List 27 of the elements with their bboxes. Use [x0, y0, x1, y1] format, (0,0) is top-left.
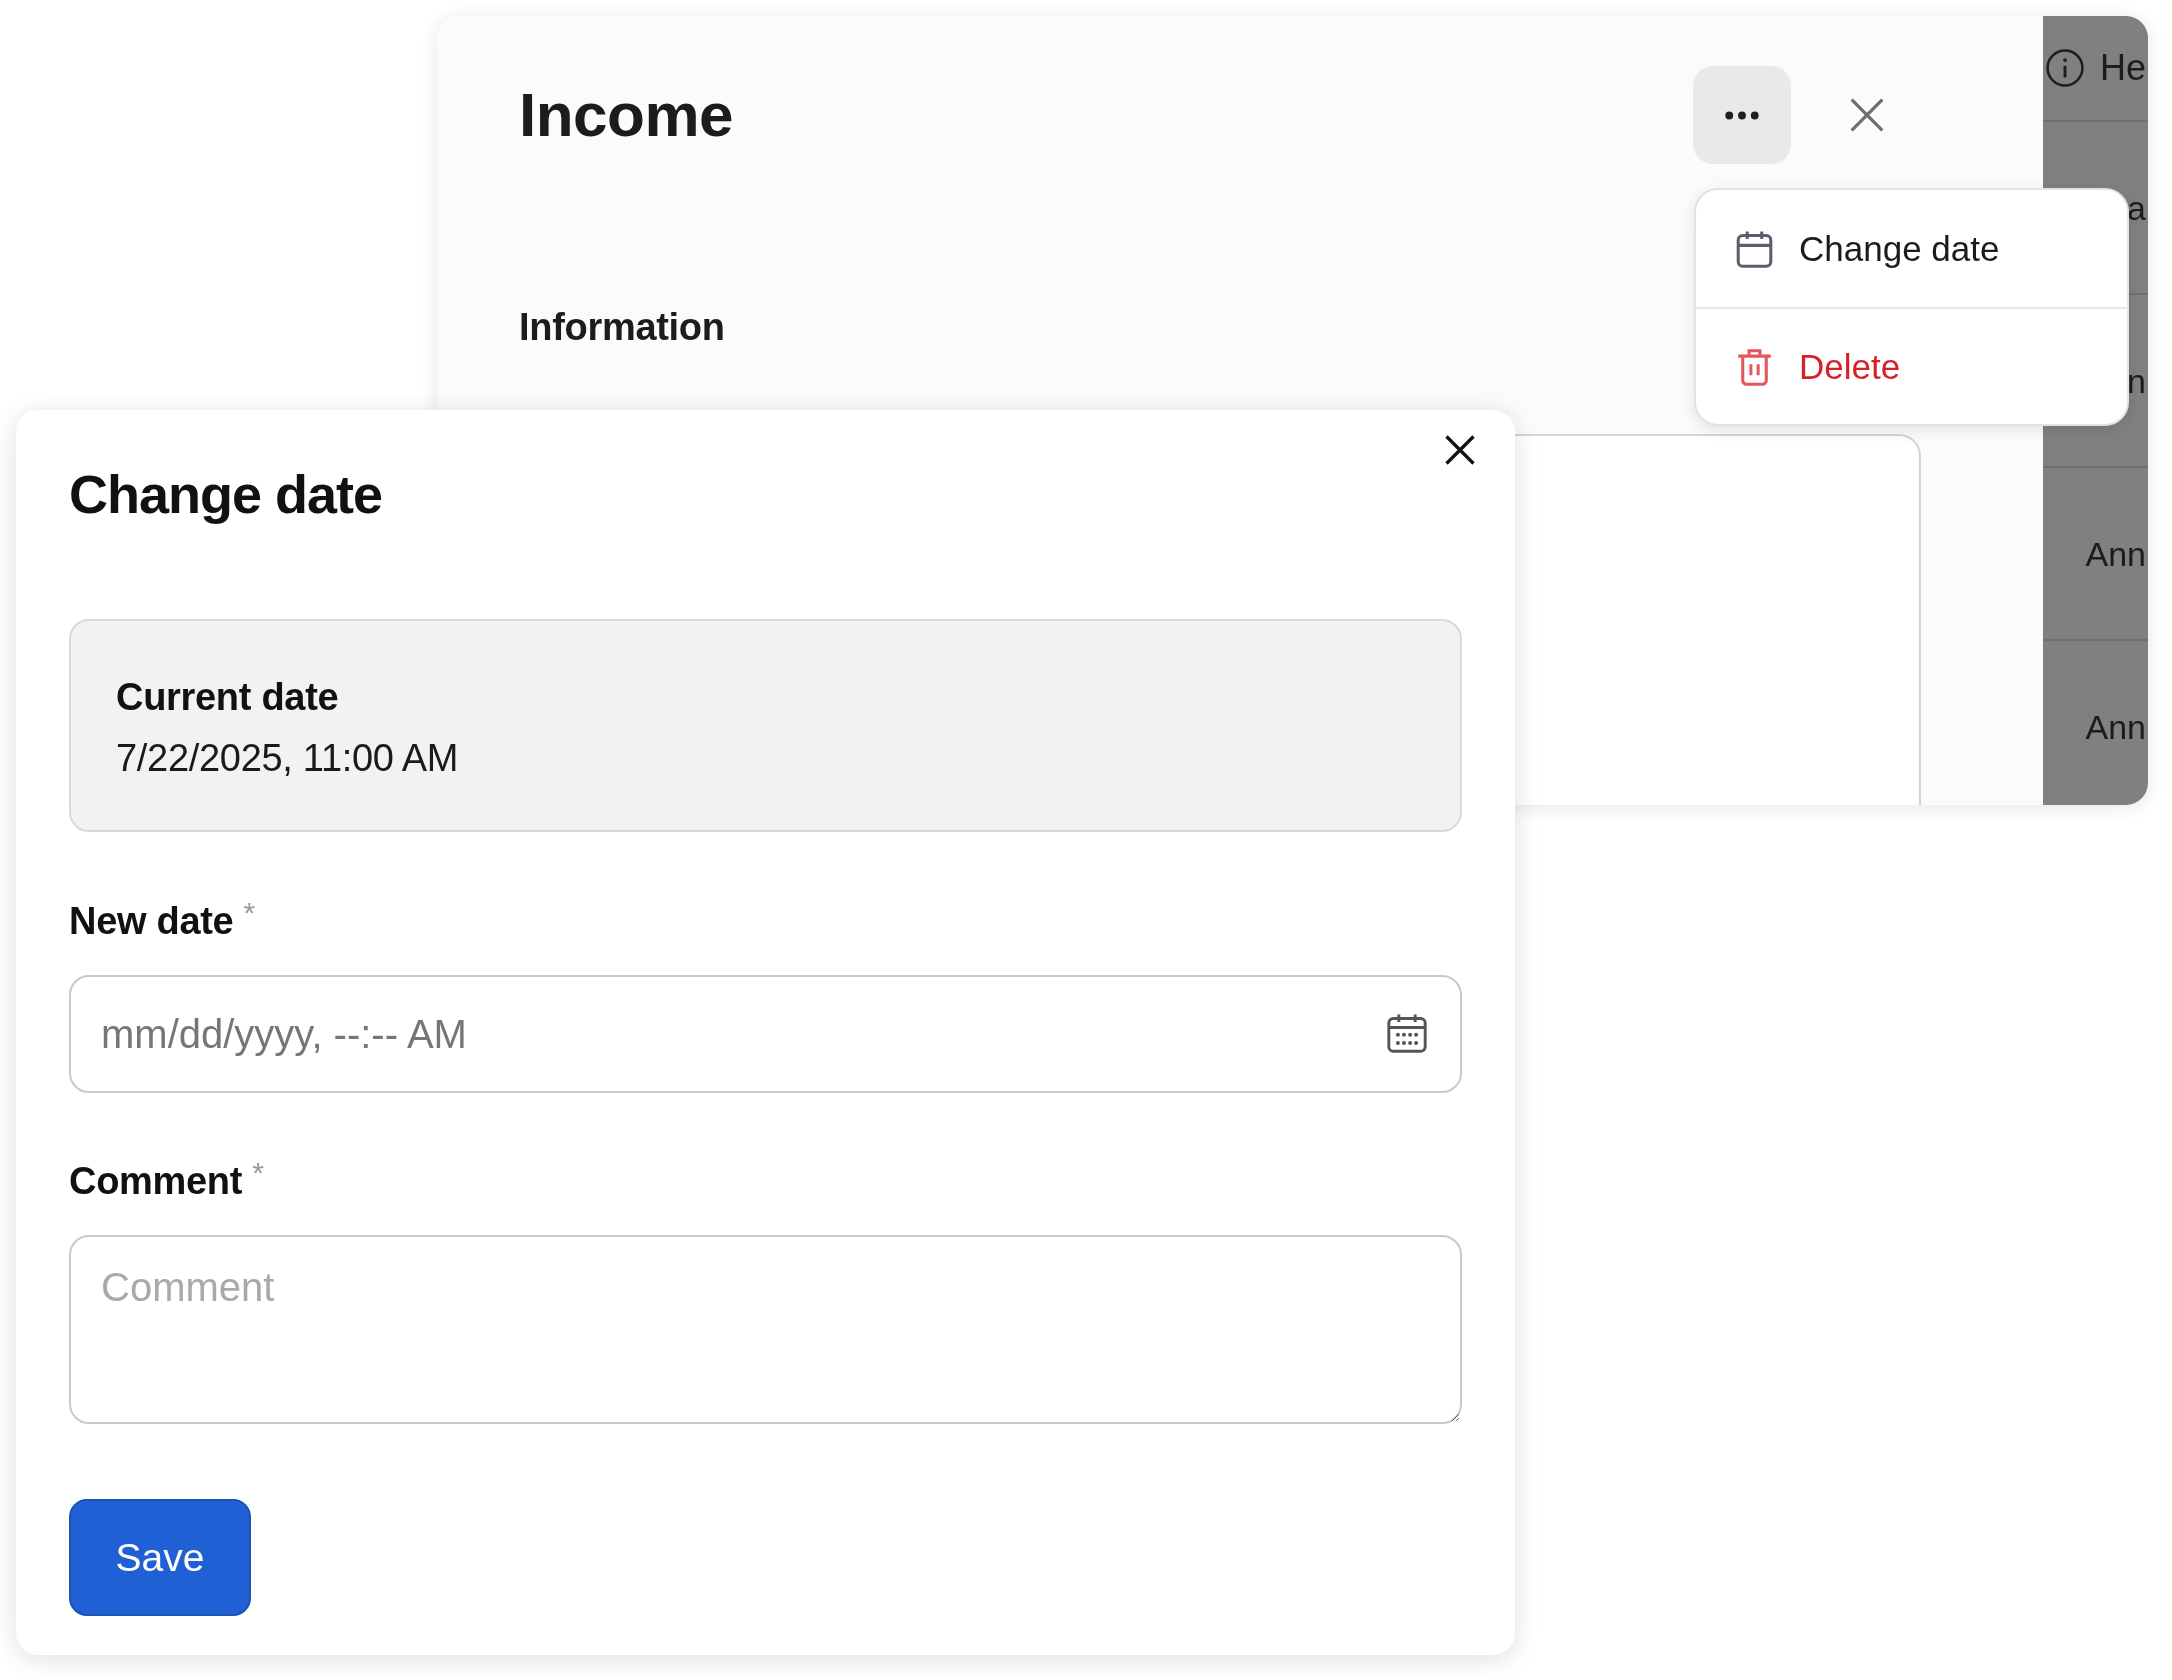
menu-item[interactable]: Change date: [1696, 190, 2127, 307]
info-icon: [2046, 49, 2084, 87]
trash-icon: [1736, 347, 1773, 386]
calendar-icon: [1387, 1013, 1427, 1053]
field-label: Comment: [69, 1159, 243, 1204]
panel-title: Income: [519, 79, 734, 151]
current-date-value: 7/22/2025, 11:00 AM: [116, 736, 459, 781]
current-date-label: Current date: [116, 675, 339, 720]
close-button[interactable]: [1445, 435, 1475, 465]
field-label: New date: [69, 899, 234, 944]
calendar-icon: [1736, 229, 1773, 268]
table-cell: Ann: [2085, 706, 2146, 747]
menu-item[interactable]: Delete: [1696, 307, 2127, 424]
table-cell: Ann: [2085, 533, 2146, 574]
required-mark: *: [252, 1158, 264, 1188]
close-icon: [1445, 435, 1475, 465]
section-heading: Information: [519, 305, 725, 350]
save-button[interactable]: Save: [69, 1499, 251, 1616]
close-icon: [1850, 98, 1884, 132]
dialog-title: Change date: [69, 463, 383, 525]
table-cell: a: [2127, 187, 2146, 228]
required-mark: *: [243, 898, 256, 928]
table-cell: n: [2127, 360, 2146, 401]
date-time-field[interactable]: mm/dd/yyyy, --:-- AM: [69, 975, 1462, 1093]
column-header: He: [2099, 47, 2146, 89]
more-icon: [1725, 110, 1759, 120]
comment-field[interactable]: Comment: [69, 1235, 1462, 1424]
